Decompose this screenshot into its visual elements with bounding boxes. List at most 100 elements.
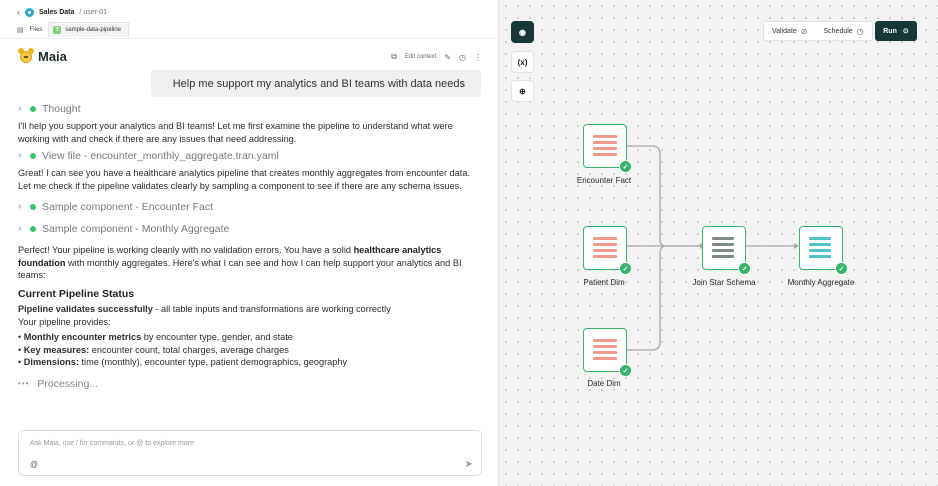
join-icon [712,237,734,261]
provides-line: Your pipeline provides: [18,316,111,327]
breadcrumb-branch[interactable]: / user-01 [79,9,107,16]
node-label: Join Star Schema [692,278,756,287]
success-check-icon: ✓ [619,160,632,173]
breadcrumb-project[interactable]: Sales Data [39,9,74,16]
status-dot-icon [30,153,36,159]
summary-text: Perfect! Your pipeline is working cleanl… [18,245,351,255]
success-check-icon: ✓ [619,262,632,275]
node-label: Encounter Fact [576,176,632,185]
sample-step-label: Sample component - Monthly Aggregate [42,222,230,235]
node-label: Patient Dim [583,278,625,287]
breadcrumb: ‹ Sales Data / user-01 [17,7,107,17]
app-icon [25,7,34,17]
loading-dots-icon: ••• [18,378,30,388]
validates-text: - all table inputs and transformations a… [155,304,391,314]
maia-logo: Maia [18,48,67,64]
new-chat-icon[interactable]: ✎ [444,53,451,62]
provides-list: • Monthly encounter metrics by encounter… [18,331,483,369]
mention-button[interactable]: @ [30,460,38,469]
file-tab-label: sample-data-pipeline [65,27,121,33]
add-icon: ⊕ [519,86,526,96]
assistant-after-view: Great! I can see you have a healthcare a… [18,168,470,191]
success-check-icon: ✓ [738,262,751,275]
success-check-icon: ✓ [619,364,632,377]
files-label[interactable]: Files [30,27,43,33]
user-message: Help me support my analytics and BI team… [151,70,481,97]
maia-icon: ◉ [519,27,526,37]
view-file-step[interactable]: › View file - encounter_monthly_aggregat… [18,149,483,163]
status-dot-icon [30,204,36,210]
clock-icon: ◷ [856,26,864,36]
chevron-right-icon: › [18,200,22,212]
maia-mascot-icon [18,48,34,64]
edge-date-join [627,245,667,351]
validates-line: Pipeline validates successfully - all ta… [18,303,483,316]
transformation-file-icon: T [53,26,62,34]
node-encounter-fact[interactable]: ✓ [583,124,632,173]
assistant-toggle-button[interactable]: ◉ [511,21,534,43]
back-chevron-icon[interactable]: ‹ [17,7,20,17]
list-item: • Key measures: encounter count, total c… [18,344,289,355]
chevron-right-icon: › [18,222,22,234]
validate-label: Validate [772,27,797,35]
aggregate-icon [809,237,831,261]
chevron-right-icon: › [18,102,22,114]
play-circle-icon: ⊙ [902,28,909,35]
thought-label: Thought [42,102,81,115]
node-label: Monthly Aggregate [787,278,855,287]
list-item: • Monthly encounter metrics by encounter… [18,332,293,342]
summary-text: with monthly aggregates. Here's what I c… [18,257,462,281]
pipeline-canvas[interactable]: ◉ (x) ⊕ Validate ⊘ Schedule ◷ Run ⊙ ✓ En… [500,0,938,486]
chat-toolbar: ⧉ Edit context ✎ ◷ ⋮ [391,52,482,62]
table-input-icon [593,339,617,363]
assistant-intro: I'll help you support your analytics and… [18,121,453,144]
more-options-icon[interactable]: ⋮ [474,53,482,62]
run-label: Run [883,27,897,35]
composer-placeholder[interactable]: Ask Maia, use / for commands, or @ to ex… [30,440,194,447]
list-item: • Dimensions: time (monthly), encounter … [18,357,348,367]
table-input-icon [593,237,617,261]
chat-thread: › Thought I'll help you support your ana… [18,102,483,390]
send-icon[interactable]: ➤ [465,459,473,470]
edit-context-button[interactable]: Edit context [405,54,436,60]
node-label: Date Dim [587,379,621,388]
status-dot-icon [30,106,36,112]
sample-step-aggregate[interactable]: › Sample component - Monthly Aggregate [18,222,483,236]
files-icon: ▤ [17,26,24,34]
add-component-button[interactable]: ⊕ [511,80,534,102]
thought-step[interactable]: › Thought [18,102,483,116]
node-patient-dim[interactable]: ✓ [583,226,632,275]
file-tab[interactable]: T sample-data-pipeline [48,22,129,37]
chat-panel: ‹ Sales Data / user-01 ▤ Files T sample-… [0,0,499,486]
edit-context-icon: ⧉ [391,52,397,61]
processing-indicator: ••• Processing... [18,378,483,391]
validate-button[interactable]: Validate ⊘ [764,27,815,36]
sample-step-label: Sample component - Encounter Fact [42,200,214,213]
view-file-label: View file - encounter_monthly_aggregate.… [42,149,279,162]
sample-step-encounter[interactable]: › Sample component - Encounter Fact [18,200,483,214]
status-dot-icon [30,226,36,232]
assistant-name: Maia [38,48,67,64]
divider [0,38,499,39]
schedule-button[interactable]: Schedule ◷ [815,27,871,36]
node-join-star-schema[interactable]: ✓ [702,226,751,275]
processing-label: Processing... [37,377,99,390]
schedule-label: Schedule [823,27,853,35]
validates-bold: Pipeline validates successfully [18,304,153,314]
run-button[interactable]: Run ⊙ [875,21,917,41]
pipeline-actions: Validate ⊘ Schedule ◷ [763,21,873,41]
assistant-summary: Perfect! Your pipeline is working cleanl… [18,244,483,282]
chevron-right-icon: › [18,149,22,161]
variables-button[interactable]: (x) [511,51,534,73]
history-icon[interactable]: ◷ [459,53,466,62]
user-message-text: Help me support my analytics and BI team… [172,77,465,90]
edge-encounter-join [627,145,700,247]
node-date-dim[interactable]: ✓ [583,328,632,377]
check-circle-icon: ⊘ [800,26,808,36]
node-monthly-aggregate[interactable]: ✓ [799,226,848,275]
files-bar: ▤ Files T sample-data-pipeline [17,22,129,37]
table-input-icon [593,135,617,159]
variables-icon: (x) [517,57,528,67]
success-check-icon: ✓ [835,262,848,275]
chat-composer[interactable]: Ask Maia, use / for commands, or @ to ex… [18,430,482,476]
